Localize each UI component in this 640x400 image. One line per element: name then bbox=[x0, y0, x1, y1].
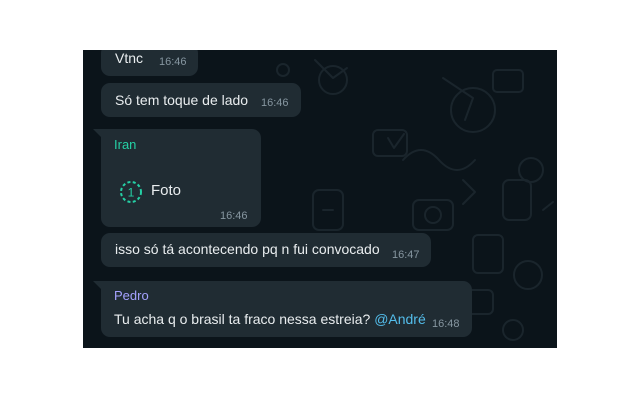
message-text: Vtnc bbox=[115, 50, 144, 66]
message-bubble[interactable]: Iran 1 Foto 16:46 bbox=[101, 129, 261, 227]
message-timestamp: 16:48 bbox=[432, 318, 460, 330]
message-timestamp: 16:46 bbox=[220, 210, 248, 222]
media-label[interactable]: Foto bbox=[151, 182, 181, 200]
message-body: Tu acha q o brasil ta fraco nessa estrei… bbox=[114, 311, 371, 327]
message-text: isso só tá acontecendo pq n fui convocad… bbox=[115, 241, 380, 257]
message-text: Só tem toque de lado bbox=[115, 92, 249, 108]
message-timestamp: 16:46 bbox=[159, 56, 187, 68]
message-timestamp: 16:47 bbox=[392, 249, 420, 261]
sender-name[interactable]: Pedro bbox=[114, 288, 149, 304]
view-once-icon: 1 bbox=[120, 181, 142, 203]
message-bubble[interactable]: Só tem toque de lado 16:46 bbox=[101, 83, 301, 117]
sender-name[interactable]: Iran bbox=[114, 137, 136, 153]
mention-link[interactable]: @André bbox=[374, 311, 426, 327]
message-text: Tu acha q o brasil ta fraco nessa estrei… bbox=[114, 310, 426, 328]
message-bubble[interactable]: isso só tá acontecendo pq n fui convocad… bbox=[101, 233, 431, 267]
chat-area[interactable]: Vtnc 16:46 Só tem toque de lado 16:46 Ir… bbox=[83, 50, 557, 348]
message-bubble[interactable]: Vtnc 16:46 bbox=[101, 50, 198, 76]
message-timestamp: 16:46 bbox=[261, 97, 289, 109]
view-once-count: 1 bbox=[128, 186, 135, 200]
message-bubble[interactable]: Pedro Tu acha q o brasil ta fraco nessa … bbox=[101, 281, 472, 337]
